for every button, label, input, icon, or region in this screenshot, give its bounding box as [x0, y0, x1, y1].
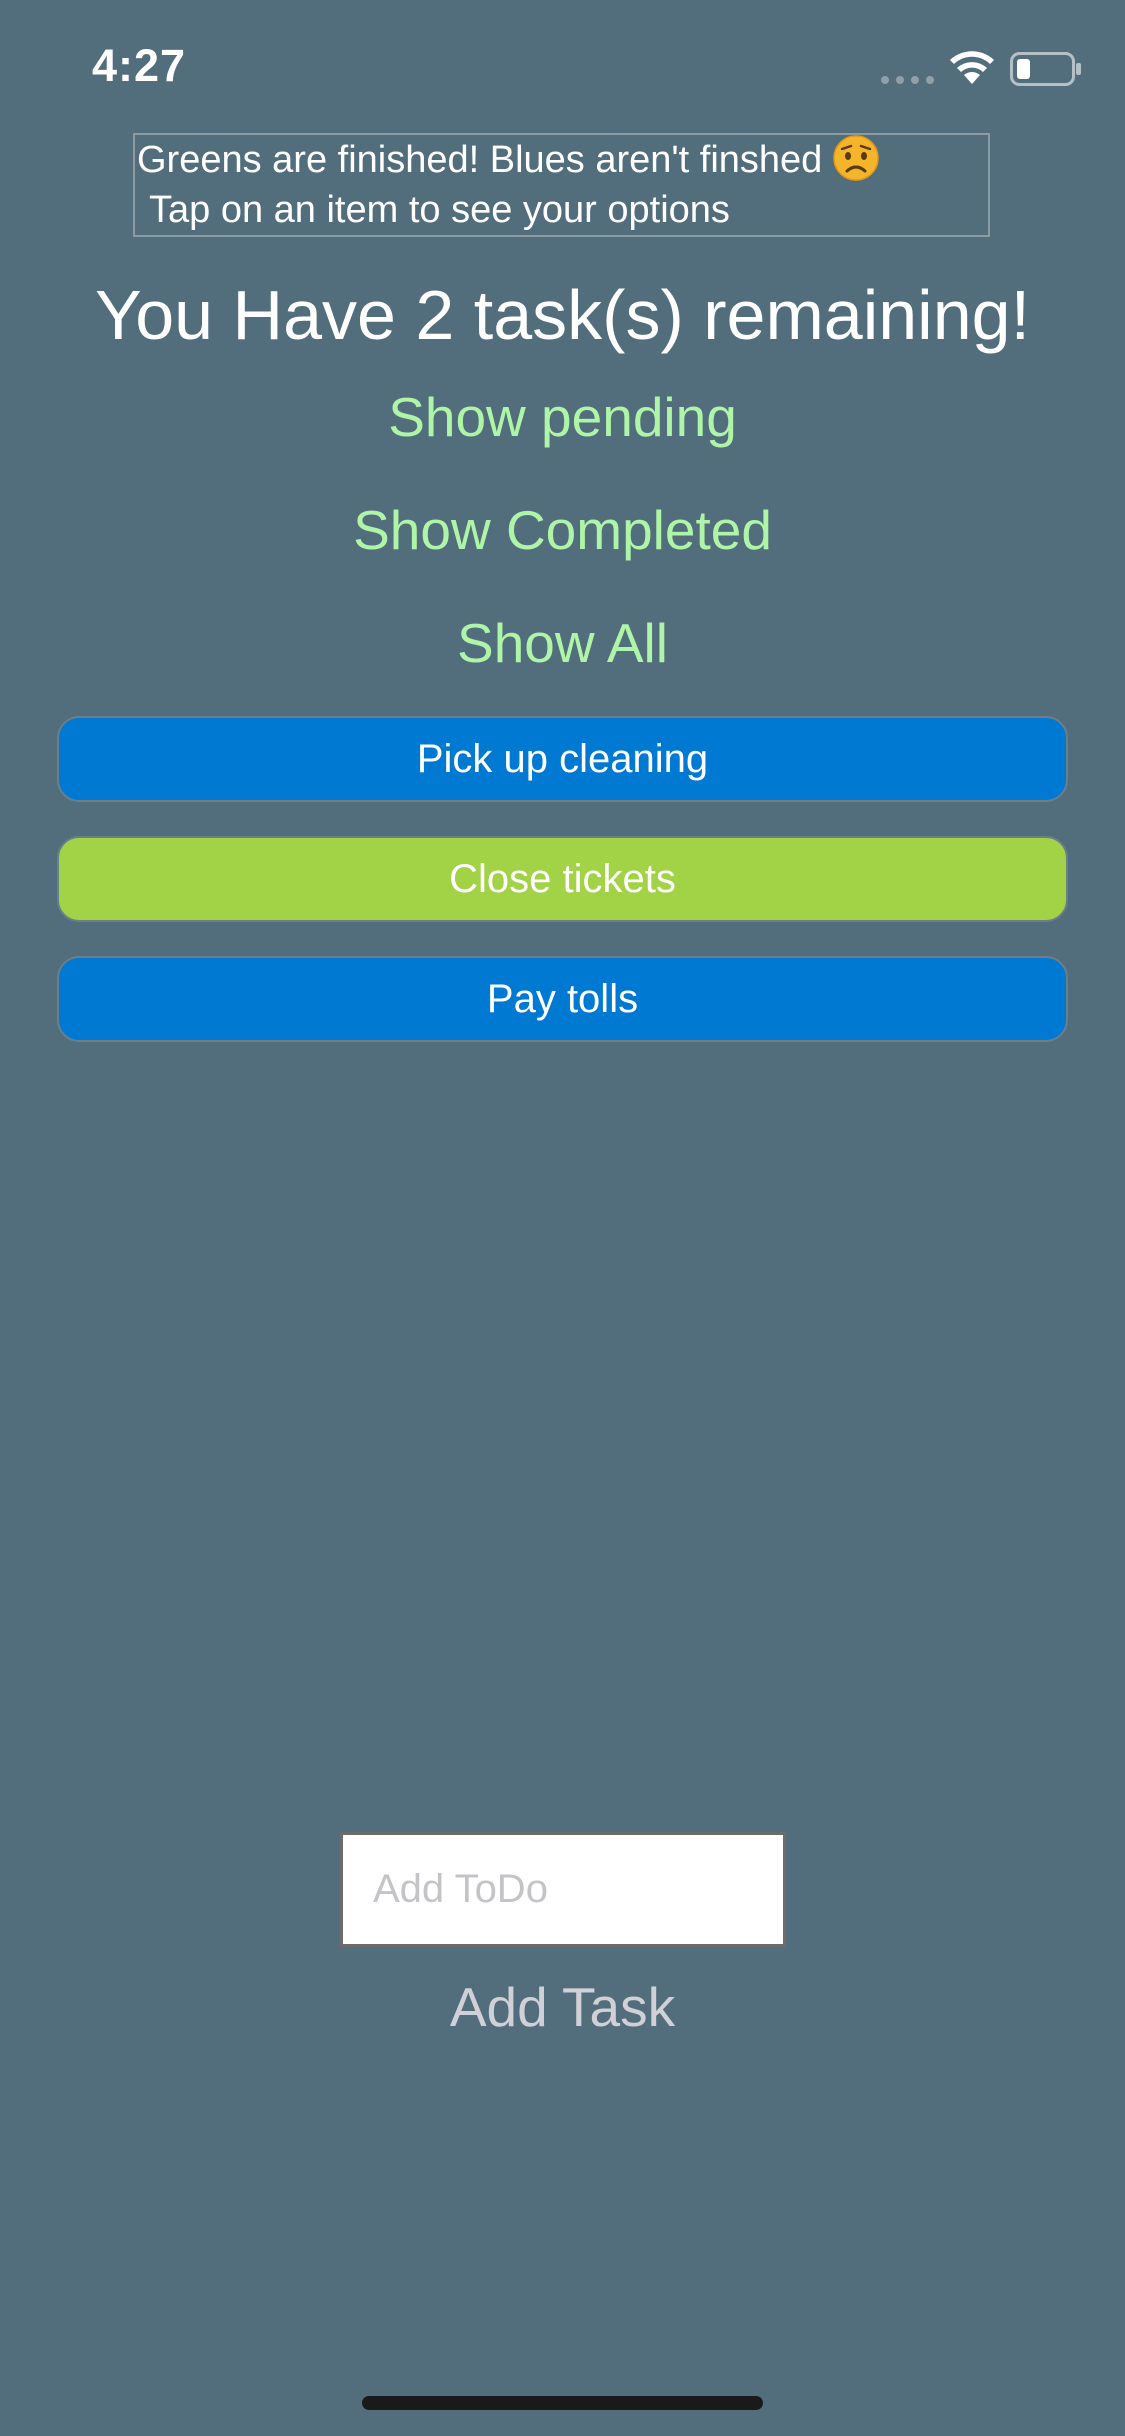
show-completed-button[interactable]: Show Completed [0, 495, 1125, 565]
signal-dots-icon [881, 76, 934, 84]
tasks-remaining-heading: You Have 2 task(s) remaining! [94, 276, 1031, 354]
add-todo-input[interactable] [340, 1832, 786, 1947]
show-pending-button[interactable]: Show pending [0, 382, 1125, 452]
instructions-box: Greens are finished! Blues aren't finshe… [133, 133, 990, 237]
worried-face-icon [833, 135, 880, 181]
instructions-text-1: Greens are finished! Blues aren't finshe… [137, 139, 823, 181]
battery-icon [1010, 52, 1081, 86]
status-time: 4:27 [92, 40, 187, 91]
wifi-icon [950, 51, 994, 84]
instructions-line-1: Greens are finished! Blues aren't finshe… [137, 135, 988, 185]
task-item-pay-tolls[interactable]: Pay tolls [57, 956, 1068, 1042]
show-all-button[interactable]: Show All [0, 608, 1125, 678]
task-item-close-tickets[interactable]: Close tickets [57, 836, 1068, 922]
status-bar: 4:27 [0, 0, 1125, 140]
add-task-button[interactable]: Add Task [0, 1970, 1125, 2045]
task-item-pick-up-cleaning[interactable]: Pick up cleaning [57, 716, 1068, 802]
instructions-line-2: Tap on an item to see your options [149, 189, 730, 231]
home-indicator[interactable] [362, 2396, 763, 2410]
